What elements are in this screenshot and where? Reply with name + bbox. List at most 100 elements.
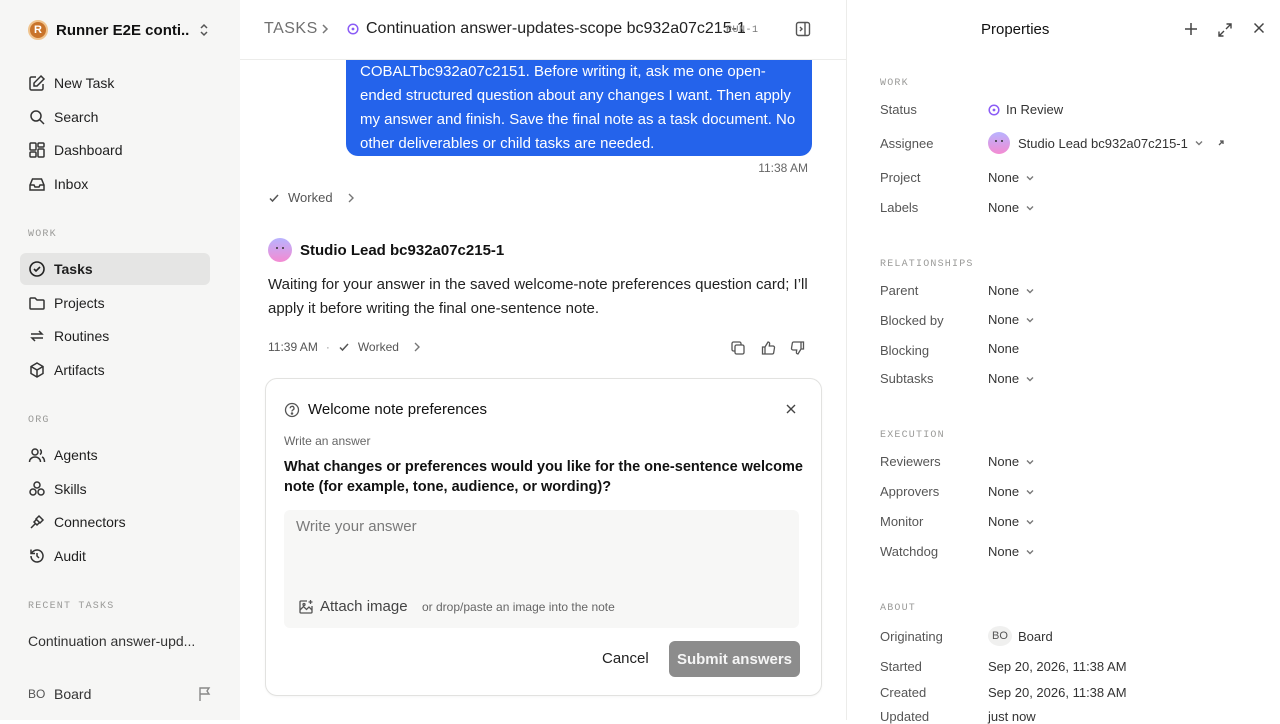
prop-parent[interactable]: None: [988, 283, 1035, 298]
search-icon: [28, 108, 46, 126]
attach-image-button[interactable]: Attach image: [298, 598, 408, 615]
recent-task-item[interactable]: Continuation answer-upd...: [28, 633, 208, 649]
section-label-relationships: RELATIONSHIPS: [880, 259, 974, 270]
nav-inbox[interactable]: Inbox: [20, 168, 210, 200]
audit-icon: [28, 547, 46, 565]
worked-label: Worked: [288, 190, 333, 205]
agent-avatar: [268, 238, 292, 262]
external-link-icon[interactable]: [1216, 138, 1226, 148]
prop-blocked-by[interactable]: None: [988, 312, 1035, 327]
prop-subtasks[interactable]: None: [988, 371, 1035, 386]
close-icon[interactable]: [785, 403, 797, 415]
cancel-button[interactable]: Cancel: [602, 650, 649, 667]
close-panel-icon[interactable]: [1253, 22, 1265, 34]
thumbs-up-icon[interactable]: [760, 340, 776, 356]
sidebar-footer: BO Board: [28, 684, 212, 704]
nav-audit[interactable]: Audit: [20, 540, 210, 572]
chevron-down-icon: [1025, 287, 1035, 295]
prop-key-started: Started: [880, 659, 922, 674]
user-message: COBALTbc932a07c2151. Before writing it, …: [346, 60, 812, 156]
parent-value: None: [988, 283, 1020, 298]
agent-message: Waiting for your answer in the saved wel…: [268, 276, 808, 317]
prop-key-reviewers: Reviewers: [880, 454, 941, 469]
prop-project[interactable]: None: [988, 170, 1035, 185]
folder-icon: [28, 294, 46, 312]
prop-labels[interactable]: None: [988, 200, 1035, 215]
task-header: TASKS Continuation answer-updates-scope …: [240, 0, 846, 60]
nav-tasks[interactable]: Tasks: [20, 253, 210, 285]
agent-message-meta: 11:39 AM · Worked: [268, 340, 421, 354]
dashboard-icon: [28, 141, 46, 159]
prop-key-labels: Labels: [880, 200, 919, 215]
section-label-about: ABOUT: [880, 603, 917, 614]
project-value: None: [988, 170, 1020, 185]
prop-monitor[interactable]: None: [988, 514, 1035, 529]
attach-image-label: Attach image: [320, 598, 408, 615]
nav-routines[interactable]: Routines: [20, 320, 210, 352]
worked-label[interactable]: Worked: [358, 340, 399, 354]
nav-artifacts[interactable]: Artifacts: [20, 354, 210, 386]
nav-connectors[interactable]: Connectors: [20, 506, 210, 538]
meta-separator: ·: [325, 340, 330, 354]
check-icon: [268, 192, 280, 204]
chevron-right-icon[interactable]: [413, 342, 421, 352]
nav-dashboard[interactable]: Dashboard: [20, 134, 210, 166]
nav-search[interactable]: Search: [20, 101, 210, 133]
prop-approvers[interactable]: None: [988, 484, 1035, 499]
run-badge: RUN-1: [726, 25, 759, 36]
chevron-down-icon: [1025, 316, 1035, 324]
panel-toggle-icon[interactable]: [795, 21, 811, 37]
prop-key-monitor: Monitor: [880, 514, 924, 529]
nav-projects[interactable]: Projects: [20, 287, 210, 319]
artifacts-icon: [28, 361, 46, 379]
chevron-right-icon: [347, 193, 355, 203]
status-in-review-icon: [347, 23, 359, 35]
nav-agents[interactable]: Agents: [20, 439, 210, 471]
section-label-execution: EXECUTION: [880, 430, 945, 441]
status-value: In Review: [1006, 102, 1064, 117]
nav-label: Routines: [54, 328, 110, 344]
blocking-value: None: [988, 341, 1020, 356]
workspace-logo: R: [28, 20, 48, 40]
answer-input[interactable]: [296, 518, 786, 535]
user-name[interactable]: Board: [54, 686, 91, 702]
nav-label: Dashboard: [54, 142, 123, 158]
prop-assignee[interactable]: Studio Lead bc932a07c215-1: [988, 132, 1226, 154]
chevron-down-icon: [1025, 518, 1035, 526]
section-label-work: WORK: [28, 229, 57, 240]
prop-watchdog[interactable]: None: [988, 544, 1035, 559]
originating-initials: BO: [988, 626, 1012, 646]
worked-toggle[interactable]: Worked: [268, 190, 355, 205]
prop-key-subtasks: Subtasks: [880, 371, 934, 386]
copy-icon[interactable]: [730, 340, 746, 356]
expand-icon[interactable]: [1217, 22, 1233, 38]
prop-key-created: Created: [880, 685, 927, 700]
prop-key-blocking: Blocking: [880, 343, 930, 358]
approvers-value: None: [988, 484, 1020, 499]
nav-new-task[interactable]: New Task: [20, 67, 210, 99]
nav-skills[interactable]: Skills: [20, 473, 210, 505]
section-label-work: WORK: [880, 78, 909, 89]
prop-status[interactable]: In Review: [988, 102, 1063, 117]
nav-label: Inbox: [54, 176, 89, 192]
question-card-title: Welcome note preferences: [308, 401, 487, 418]
flag-icon[interactable]: [198, 686, 212, 702]
submit-answers-button[interactable]: Submit answers: [669, 641, 800, 677]
question-card-header: Welcome note preferences: [284, 401, 487, 418]
assignee-avatar: [988, 132, 1010, 154]
subtasks-value: None: [988, 371, 1020, 386]
nav-label: Artifacts: [54, 362, 105, 378]
prop-reviewers[interactable]: None: [988, 454, 1035, 469]
check-icon: [338, 341, 350, 353]
section-label-org: ORG: [28, 415, 50, 426]
assignee-value: Studio Lead bc932a07c215-1: [1018, 135, 1188, 151]
properties-panel: Properties WORK Status In Review Assigne…: [846, 0, 1280, 724]
image-plus-icon: [298, 599, 314, 615]
workspace-switcher[interactable]: R Runner E2E conti...: [28, 20, 214, 40]
prop-key-blocked-by: Blocked by: [880, 313, 944, 328]
plus-icon[interactable]: [1184, 22, 1198, 36]
breadcrumb-tasks[interactable]: TASKS: [264, 20, 318, 38]
chevron-right-icon: [320, 23, 330, 35]
thumbs-down-icon[interactable]: [790, 340, 806, 356]
chevron-down-icon: [1025, 204, 1035, 212]
